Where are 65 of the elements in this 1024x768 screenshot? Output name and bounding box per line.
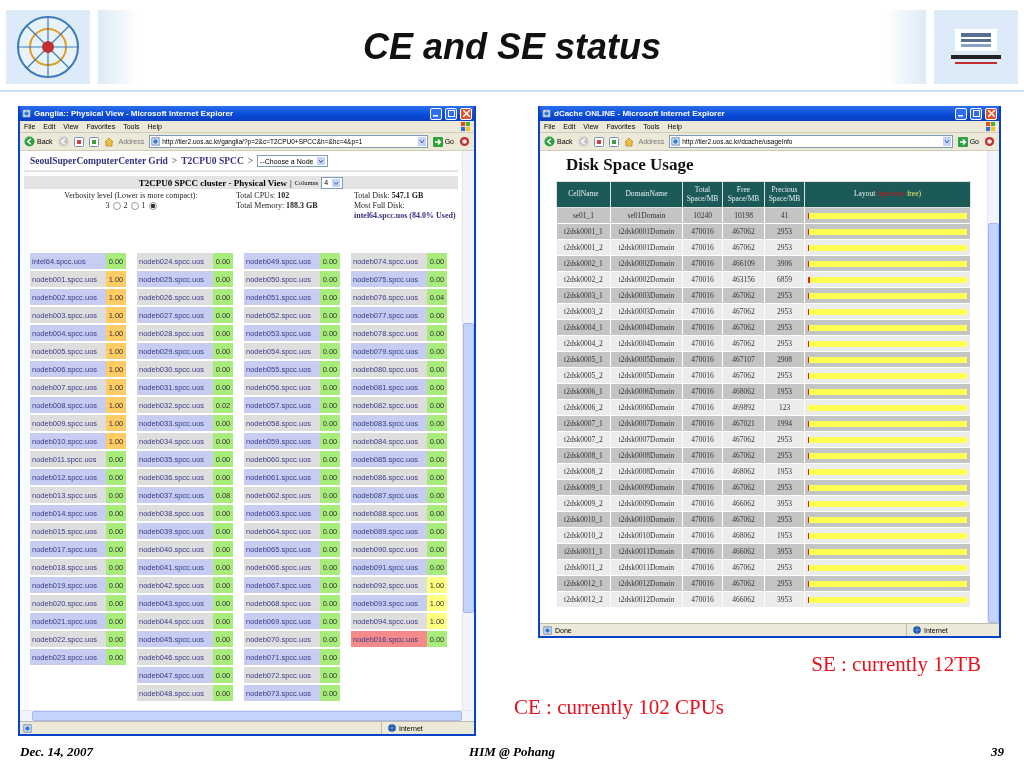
footer-date: Dec. 14, 2007 xyxy=(20,744,93,760)
go-arrow-icon xyxy=(432,136,443,147)
radio-label: 1 xyxy=(141,201,146,210)
note-text: CE : currently 102 CPUs xyxy=(514,695,724,720)
stop-icon[interactable] xyxy=(73,136,84,147)
breadcrumb-link[interactable]: T2CPU0 SPCC xyxy=(181,156,244,166)
windows-flag-icon xyxy=(461,122,470,131)
footer-event: HIM @ Pohang xyxy=(469,744,555,760)
cluster-heading: T2CPU0 SPCC cluster - Physical View xyxy=(138,177,287,188)
close-button[interactable] xyxy=(985,107,997,120)
page-icon xyxy=(22,109,31,118)
radio-label: 2 xyxy=(123,201,128,210)
vertical-scrollbar[interactable] xyxy=(462,151,474,710)
minimize-button[interactable] xyxy=(955,107,967,120)
caret-icon xyxy=(332,178,341,187)
page-icon xyxy=(671,137,681,146)
scroll-thumb[interactable] xyxy=(988,223,999,623)
divider-text: | xyxy=(289,177,292,188)
page-icon xyxy=(543,625,552,635)
stat-text: Total Disk: 547.1 GB xyxy=(354,191,425,200)
caret-icon xyxy=(942,137,951,146)
scroll-thumb[interactable] xyxy=(463,323,474,613)
stat-text: Total CPUs: 102 xyxy=(236,191,291,200)
home-icon[interactable] xyxy=(103,136,114,147)
window-title: Ganglia:: Physical View - Microsoft Internet Explorer xyxy=(34,109,234,118)
slide-title: CE and SE status xyxy=(362,26,662,68)
radio-button[interactable] xyxy=(148,201,157,210)
page-number: 39 xyxy=(991,744,1004,760)
windows-flag-icon xyxy=(986,122,995,131)
refresh-icon[interactable] xyxy=(608,136,619,147)
breadcrumb-separator: > xyxy=(171,156,178,166)
radio-button[interactable] xyxy=(130,201,139,210)
globe-icon xyxy=(913,626,921,634)
maximize-button[interactable] xyxy=(970,107,982,120)
stat-text: Most Full Disk: xyxy=(354,201,406,210)
page-icon xyxy=(151,137,161,146)
vertical-scrollbar[interactable] xyxy=(987,151,999,623)
minimize-button[interactable] xyxy=(430,107,442,120)
back-arrow-icon xyxy=(544,136,555,147)
breadcrumb-separator: > xyxy=(247,156,254,166)
page-icon xyxy=(23,723,32,733)
go-arrow-icon xyxy=(957,136,968,147)
window-title: dCache ONLINE - Microsoft Internet Explorer xyxy=(554,109,726,118)
close-icon xyxy=(987,110,995,117)
page-heading: Disk Space Usage xyxy=(566,155,695,175)
close-button[interactable] xyxy=(460,107,472,120)
refresh-icon[interactable] xyxy=(88,136,99,147)
maximize-icon xyxy=(447,110,455,117)
note-text: SE : currently 12TB xyxy=(811,652,981,677)
radio-button[interactable] xyxy=(112,201,121,210)
caret-icon xyxy=(417,137,426,146)
page-icon xyxy=(542,109,551,118)
verbosity-label: Verbosity level (Lower is more compact): xyxy=(64,191,198,200)
caret-icon xyxy=(317,157,326,165)
close-icon xyxy=(462,110,470,117)
stat-text: Total Memory: 188.3 GB xyxy=(236,201,319,210)
stop-icon[interactable] xyxy=(593,136,604,147)
maximize-button[interactable] xyxy=(445,107,457,120)
globe-icon xyxy=(388,724,396,732)
radio-label: 3 xyxy=(105,201,110,210)
back-arrow-icon xyxy=(24,136,35,147)
breadcrumb-link[interactable]: SeoulSuperComputerCenter Grid xyxy=(30,156,168,166)
maximize-icon xyxy=(972,110,980,117)
disk-link[interactable]: intel64.spcc.uos (84.0% Used) xyxy=(354,211,456,220)
home-icon[interactable] xyxy=(623,136,634,147)
